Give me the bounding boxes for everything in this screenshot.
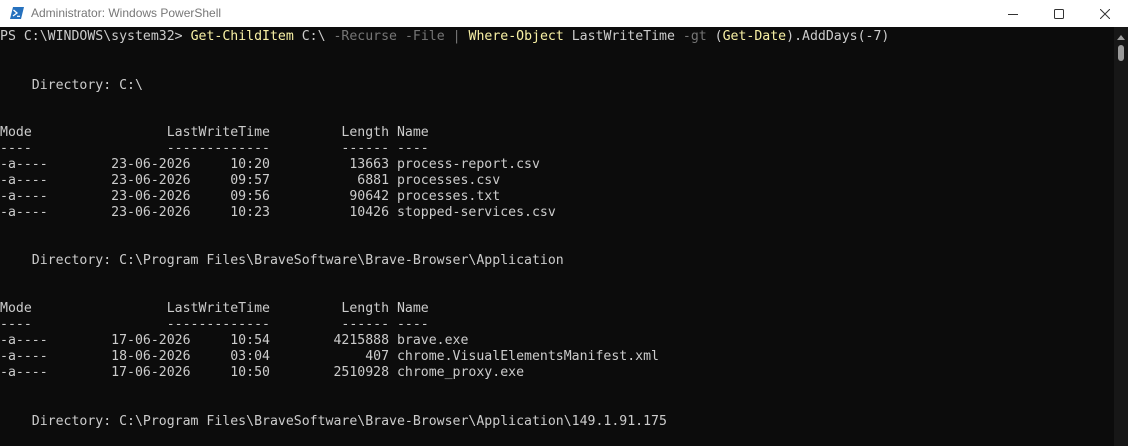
- parameter-file: -File: [404, 29, 445, 44]
- pipe-operator: |: [444, 29, 469, 44]
- paren-open: (: [706, 29, 723, 44]
- table-separator: ---- ------------- ------ ----: [0, 317, 429, 332]
- method-adddays: ).AddDays(-7): [786, 29, 890, 44]
- console-output[interactable]: PS C:\WINDOWS\system32> Get-ChildItem C:…: [0, 27, 1114, 446]
- argument-property: LastWriteTime: [563, 29, 683, 44]
- window-title: Administrator: Windows PowerShell: [31, 6, 222, 20]
- prompt: PS C:\WINDOWS\system32>: [0, 29, 191, 44]
- table-row: -a---- 23-06-2026 09:56 90642 processes.…: [0, 189, 501, 204]
- close-button[interactable]: [1082, 0, 1128, 27]
- directory-heading: Directory: C:\Program Files\BraveSoftwar…: [0, 414, 667, 429]
- table-row: -a---- 23-06-2026 10:23 10426 stopped-se…: [0, 205, 556, 220]
- title-bar[interactable]: Administrator: Windows PowerShell: [0, 0, 1128, 27]
- table-row: -a---- 23-06-2026 10:20 13663 process-re…: [0, 157, 540, 172]
- powershell-icon: [10, 7, 24, 19]
- cmdlet-get-childitem: Get-ChildItem: [190, 29, 294, 44]
- table-row: -a---- 18-06-2026 03:04 407 chrome.Visua…: [0, 349, 659, 364]
- parameter-recurse: -Recurse: [333, 29, 398, 44]
- table-header: Mode LastWriteTime Length Name: [0, 301, 429, 316]
- scrollbar-thumb[interactable]: [1118, 45, 1124, 61]
- close-icon: [1100, 8, 1110, 19]
- table-row: -a---- 23-06-2026 09:57 6881 processes.c…: [0, 173, 501, 188]
- minimize-button[interactable]: [990, 0, 1036, 27]
- powershell-window: Administrator: Windows PowerShell PS C:\…: [0, 0, 1128, 446]
- command-line: PS C:\WINDOWS\system32> Get-ChildItem C:…: [0, 29, 889, 45]
- maximize-icon: [1054, 8, 1064, 19]
- vertical-scrollbar[interactable]: [1114, 27, 1128, 446]
- maximize-button[interactable]: [1036, 0, 1082, 27]
- table-header: Mode LastWriteTime Length Name: [0, 125, 429, 140]
- cmdlet-where-object: Where-Object: [468, 29, 564, 44]
- argument-space: [397, 29, 405, 44]
- table-row: -a---- 17-06-2026 10:50 2510928 chrome_p…: [0, 365, 525, 380]
- operator-gt: -gt: [682, 29, 707, 44]
- table-separator: ---- ------------- ------ ----: [0, 141, 429, 156]
- directory-heading: Directory: C:\: [0, 78, 143, 93]
- directory-heading: Directory: C:\Program Files\BraveSoftwar…: [0, 253, 564, 268]
- argument-path: C:\: [293, 29, 334, 44]
- minimize-icon: [1008, 13, 1018, 15]
- cmdlet-get-date: Get-Date: [722, 29, 787, 44]
- table-row: -a---- 17-06-2026 10:54 4215888 brave.ex…: [0, 333, 469, 348]
- scroll-up-arrow-icon[interactable]: [1117, 35, 1125, 40]
